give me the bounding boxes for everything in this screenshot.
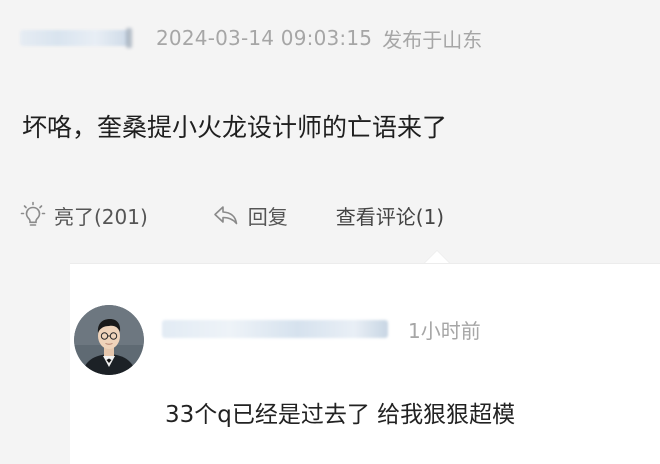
comment-panel [70, 263, 660, 464]
lightbulb-icon [20, 201, 46, 229]
comment-author-name-blurred[interactable] [162, 320, 388, 338]
comment-time: 1小时前 [408, 319, 481, 343]
like-button[interactable]: 亮了(201) [20, 201, 148, 230]
comment-avatar[interactable] [74, 305, 144, 375]
view-comments-label: 查看评论(1) [335, 204, 445, 229]
post-content: 坏咯，奎桑提小火龙设计师的亡语来了 [22, 113, 448, 142]
post-author-name-blurred[interactable] [20, 30, 128, 46]
like-label: 亮了(201) [54, 204, 148, 229]
reply-label: 回复 [247, 204, 288, 229]
post-header: 2024-03-14 09:03:15 发布于山东 [20, 22, 482, 54]
post-timestamp: 2024-03-14 09:03:15 [156, 26, 373, 50]
post-action-bar: 亮了(201) 回复 查看评论(1) [20, 197, 444, 233]
post-location: 发布于山东 [382, 27, 483, 52]
view-comments-button[interactable]: 查看评论(1) [336, 201, 444, 230]
comment-text: 33个q已经是过去了 给我狠狠超模 [165, 402, 516, 428]
reply-arrow-icon [212, 203, 240, 227]
reply-button[interactable]: 回复 [212, 201, 288, 230]
